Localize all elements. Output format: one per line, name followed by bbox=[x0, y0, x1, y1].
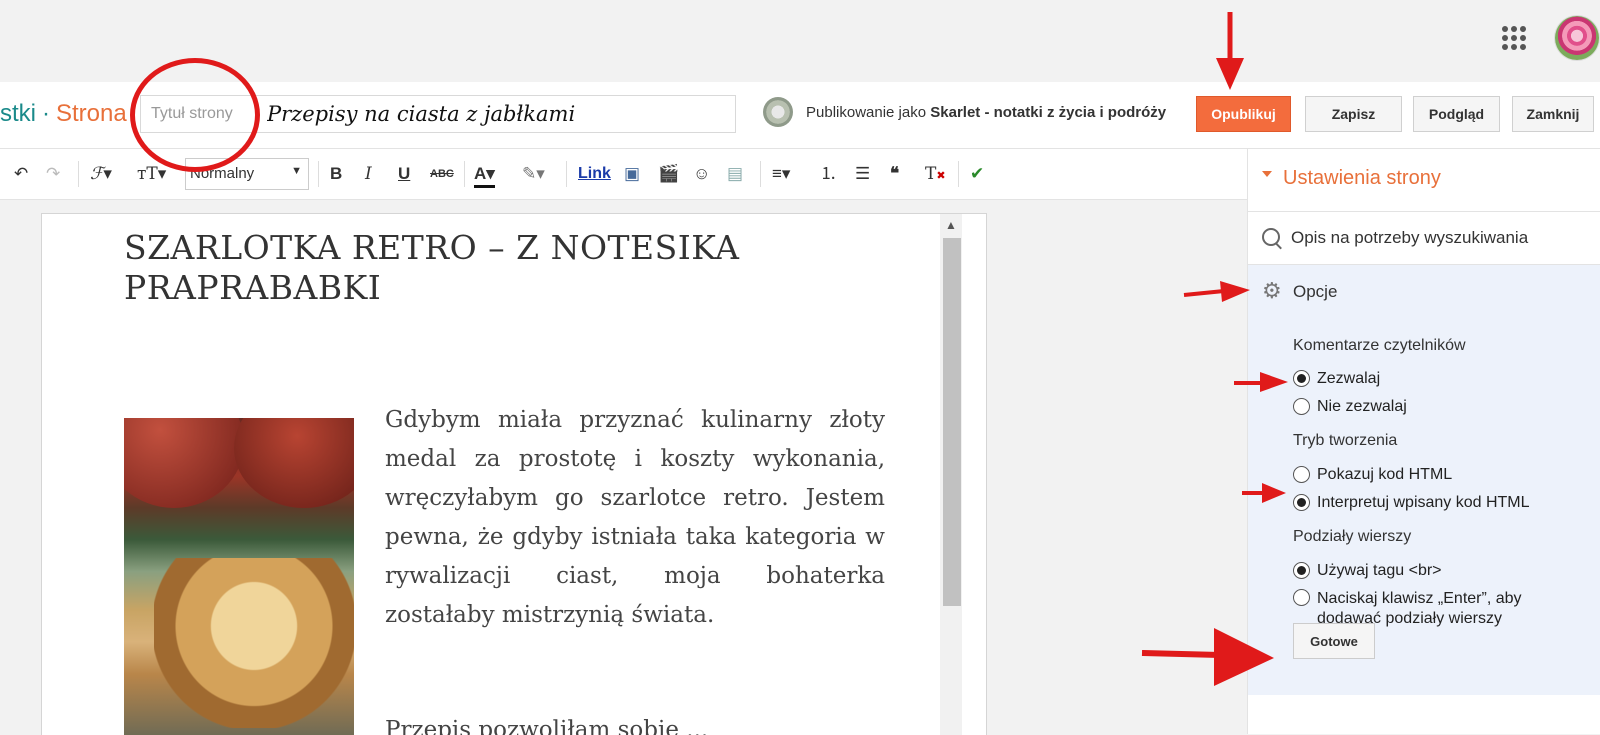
chevron-down-icon: ▼ bbox=[291, 165, 302, 177]
align-icon[interactable]: ≡▾ bbox=[772, 163, 790, 185]
line-breaks-label: Podziały wierszy bbox=[1293, 528, 1412, 545]
radio-selected-icon bbox=[1293, 494, 1310, 511]
post-photo bbox=[124, 418, 354, 735]
link-button[interactable]: Link bbox=[578, 163, 611, 185]
apps-grid-icon[interactable] bbox=[1502, 26, 1526, 50]
radio-label: Nie zezwalaj bbox=[1317, 398, 1407, 415]
gear-icon: ⚙ bbox=[1262, 278, 1282, 303]
underline-icon[interactable]: U bbox=[398, 163, 410, 185]
toolbar-divider bbox=[566, 161, 567, 187]
breadcrumb-page: Strona bbox=[56, 100, 127, 127]
preview-button[interactable]: Podgląd bbox=[1413, 96, 1500, 132]
annotation-circle bbox=[130, 58, 260, 172]
annotation-arrow-icon bbox=[1183, 281, 1250, 302]
breadcrumb: stki · Strona bbox=[0, 100, 127, 128]
options-section: ⚙ Opcje Komentarze czytelników Zezwalaj … bbox=[1248, 265, 1600, 695]
search-description-row[interactable]: Opis na potrzeby wyszukiwania bbox=[1248, 212, 1600, 265]
italic-icon[interactable]: I bbox=[365, 163, 372, 185]
toolbar-divider bbox=[958, 161, 959, 187]
avatar[interactable] bbox=[1555, 16, 1599, 60]
comments-label: Komentarze czytelników bbox=[1293, 337, 1466, 354]
radio-empty-icon bbox=[1293, 589, 1310, 606]
emoji-icon[interactable]: ☺ bbox=[693, 163, 710, 185]
scroll-up-icon[interactable]: ▲ bbox=[940, 214, 962, 236]
publishing-prefix: Publikowanie jako bbox=[806, 104, 927, 121]
annotation-arrow-icon bbox=[1216, 12, 1244, 90]
publishing-as: Publikowanie jako Skarlet - notatki z ży… bbox=[806, 104, 1166, 121]
scrollbar-thumb[interactable] bbox=[943, 238, 961, 606]
numbered-list-icon[interactable]: ⒈ bbox=[820, 163, 837, 185]
radio-label: Używaj tagu <br> bbox=[1317, 562, 1442, 579]
done-button[interactable]: Gotowe bbox=[1293, 623, 1375, 659]
options-label[interactable]: Opcje bbox=[1293, 282, 1337, 302]
text-color-icon[interactable]: A▾ bbox=[474, 163, 495, 188]
post-paragraph: Gdybym miała przyznać kulinarny złoty me… bbox=[385, 407, 885, 628]
page-settings-panel: Ustawienia strony Opis na potrzeby wyszu… bbox=[1247, 149, 1600, 734]
publishing-blog-name: Skarlet - notatki z życia i podróży bbox=[930, 104, 1167, 121]
redo-icon[interactable]: ↷ bbox=[46, 163, 60, 185]
breadcrumb-separator: · bbox=[42, 100, 50, 127]
caret-down-icon bbox=[1262, 171, 1272, 177]
radio-selected-icon bbox=[1293, 562, 1310, 579]
clear-formatting-icon[interactable]: T✖ bbox=[925, 163, 946, 185]
annotation-arrow-icon bbox=[1242, 483, 1286, 503]
radio-label: Pokazuj kod HTML bbox=[1317, 466, 1453, 483]
panel-header[interactable]: Ustawienia strony bbox=[1248, 149, 1600, 212]
save-button[interactable]: Zapisz bbox=[1305, 96, 1402, 132]
toolbar-divider bbox=[318, 161, 319, 187]
blog-avatar-icon bbox=[763, 97, 793, 127]
publish-button[interactable]: Opublikuj bbox=[1196, 96, 1291, 132]
toolbar-divider bbox=[78, 161, 79, 187]
search-icon bbox=[1262, 228, 1280, 246]
toolbar-divider bbox=[760, 161, 761, 187]
image-icon[interactable]: ▣ bbox=[624, 163, 640, 185]
radio-empty-icon bbox=[1293, 398, 1310, 415]
panel-title: Ustawienia strony bbox=[1283, 167, 1441, 189]
spellcheck-icon[interactable]: ✔ bbox=[970, 163, 984, 185]
annotation-arrow-icon bbox=[1141, 628, 1274, 686]
video-icon[interactable]: 🎬 bbox=[658, 163, 679, 185]
post-heading: Szarlotka retro – z notesika praprababki bbox=[124, 228, 740, 307]
radio-selected-icon bbox=[1293, 370, 1310, 387]
jump-break-icon[interactable]: ▤ bbox=[727, 163, 743, 185]
radio-label: Zezwalaj bbox=[1317, 370, 1381, 387]
radio-label: Interpretuj wpisany kod HTML bbox=[1317, 494, 1530, 511]
bold-icon[interactable]: B bbox=[330, 163, 342, 185]
page-title-input[interactable] bbox=[265, 98, 729, 130]
font-family-icon[interactable]: ℱ▾ bbox=[90, 163, 112, 185]
undo-icon[interactable]: ↶ bbox=[14, 163, 28, 185]
radio-empty-icon bbox=[1293, 466, 1310, 483]
post-editor[interactable]: Szarlotka retro – z notesika praprababki… bbox=[41, 213, 987, 735]
font-size-icon[interactable]: ᴛT▾ bbox=[137, 163, 166, 185]
breadcrumb-blog[interactable]: stki bbox=[0, 100, 36, 127]
post-paragraph: Przepis pozwoliłam sobie ... bbox=[385, 717, 709, 735]
quote-icon[interactable]: ❝ bbox=[890, 163, 899, 185]
toolbar-divider bbox=[464, 161, 465, 187]
annotation-arrow-icon bbox=[1234, 372, 1288, 392]
highlight-icon[interactable]: ✎▾ bbox=[522, 163, 545, 185]
close-button[interactable]: Zamknij bbox=[1512, 96, 1594, 132]
search-description-label: Opis na potrzeby wyszukiwania bbox=[1291, 228, 1529, 247]
mode-label: Tryb tworzenia bbox=[1293, 432, 1398, 449]
bulleted-list-icon[interactable]: ☰ bbox=[855, 163, 870, 185]
strikethrough-icon[interactable]: ABC bbox=[430, 163, 454, 185]
